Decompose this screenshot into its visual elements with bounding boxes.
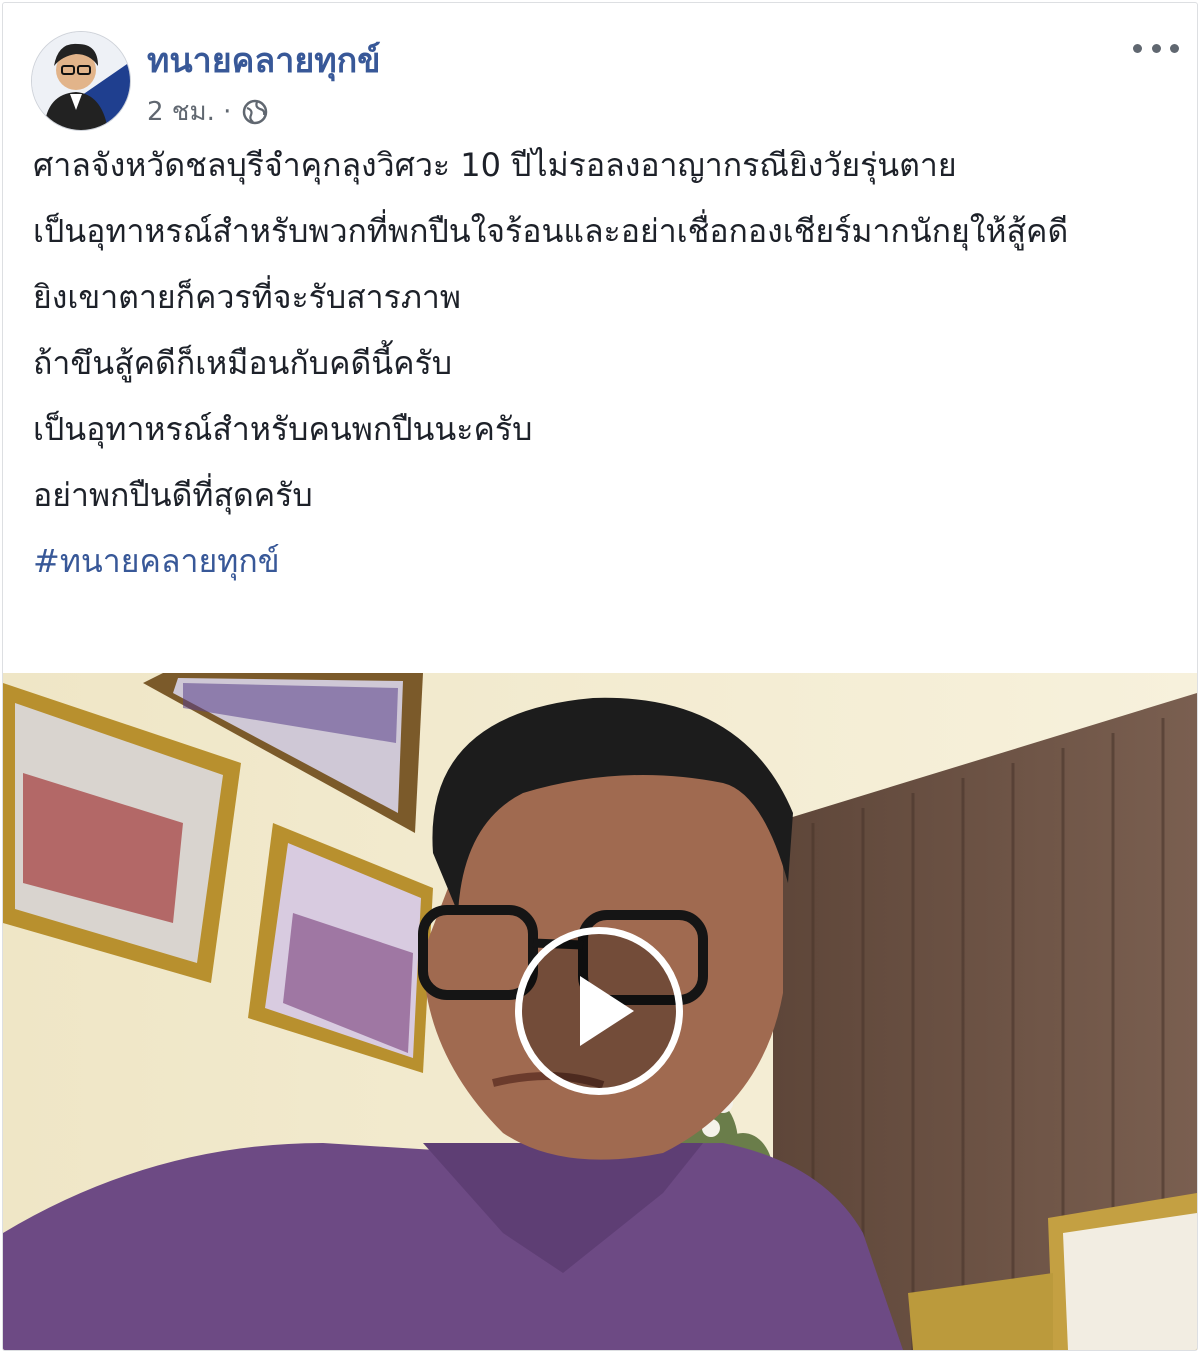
post-text: ศาลจังหวัดชลบุรีจำคุกลุงวิศวะ 10 ปีไม่รอ… <box>33 143 1173 605</box>
post-line: ศาลจังหวัดชลบุรีจำคุกลุงวิศวะ 10 ปีไม่รอ… <box>33 146 957 184</box>
more-dot <box>1151 43 1161 53</box>
post-meta: 2 ชม. · <box>147 91 269 132</box>
post-line: ถ้าขึนสู้คดีก็เหมือนกับคดีนี้ครับ <box>33 344 453 382</box>
post-line: เป็นอุทาหรณ์สำหรับพวกที่พกปืนใจร้อนและอย… <box>33 212 1069 250</box>
author-name-link[interactable]: ทนายคลายทุกข์ <box>147 33 381 87</box>
post-line: อย่าพกปืนดีที่สุดครับ <box>33 476 313 514</box>
author-avatar[interactable] <box>31 31 131 131</box>
play-icon[interactable] <box>515 927 683 1095</box>
post-card: ทนายคลายทุกข์ 2 ชม. · ศาลจังหวัดชลบุรีจำ… <box>2 2 1198 1351</box>
more-dot <box>1133 43 1142 53</box>
post-timestamp[interactable]: 2 ชม. · <box>147 91 231 132</box>
more-dot <box>1170 43 1179 53</box>
post-line: เป็นอุทาหรณ์สำหรับคนพกปืนนะครับ <box>33 410 533 448</box>
globe-icon[interactable] <box>241 98 269 126</box>
avatar-image <box>32 32 130 130</box>
more-options-icon[interactable] <box>1133 33 1179 63</box>
post-line: ยิงเขาตายก็ควรที่จะรับสารภาพ <box>33 278 461 316</box>
hashtag-link[interactable]: #ทนายคลายทุกข์ <box>33 539 1173 583</box>
